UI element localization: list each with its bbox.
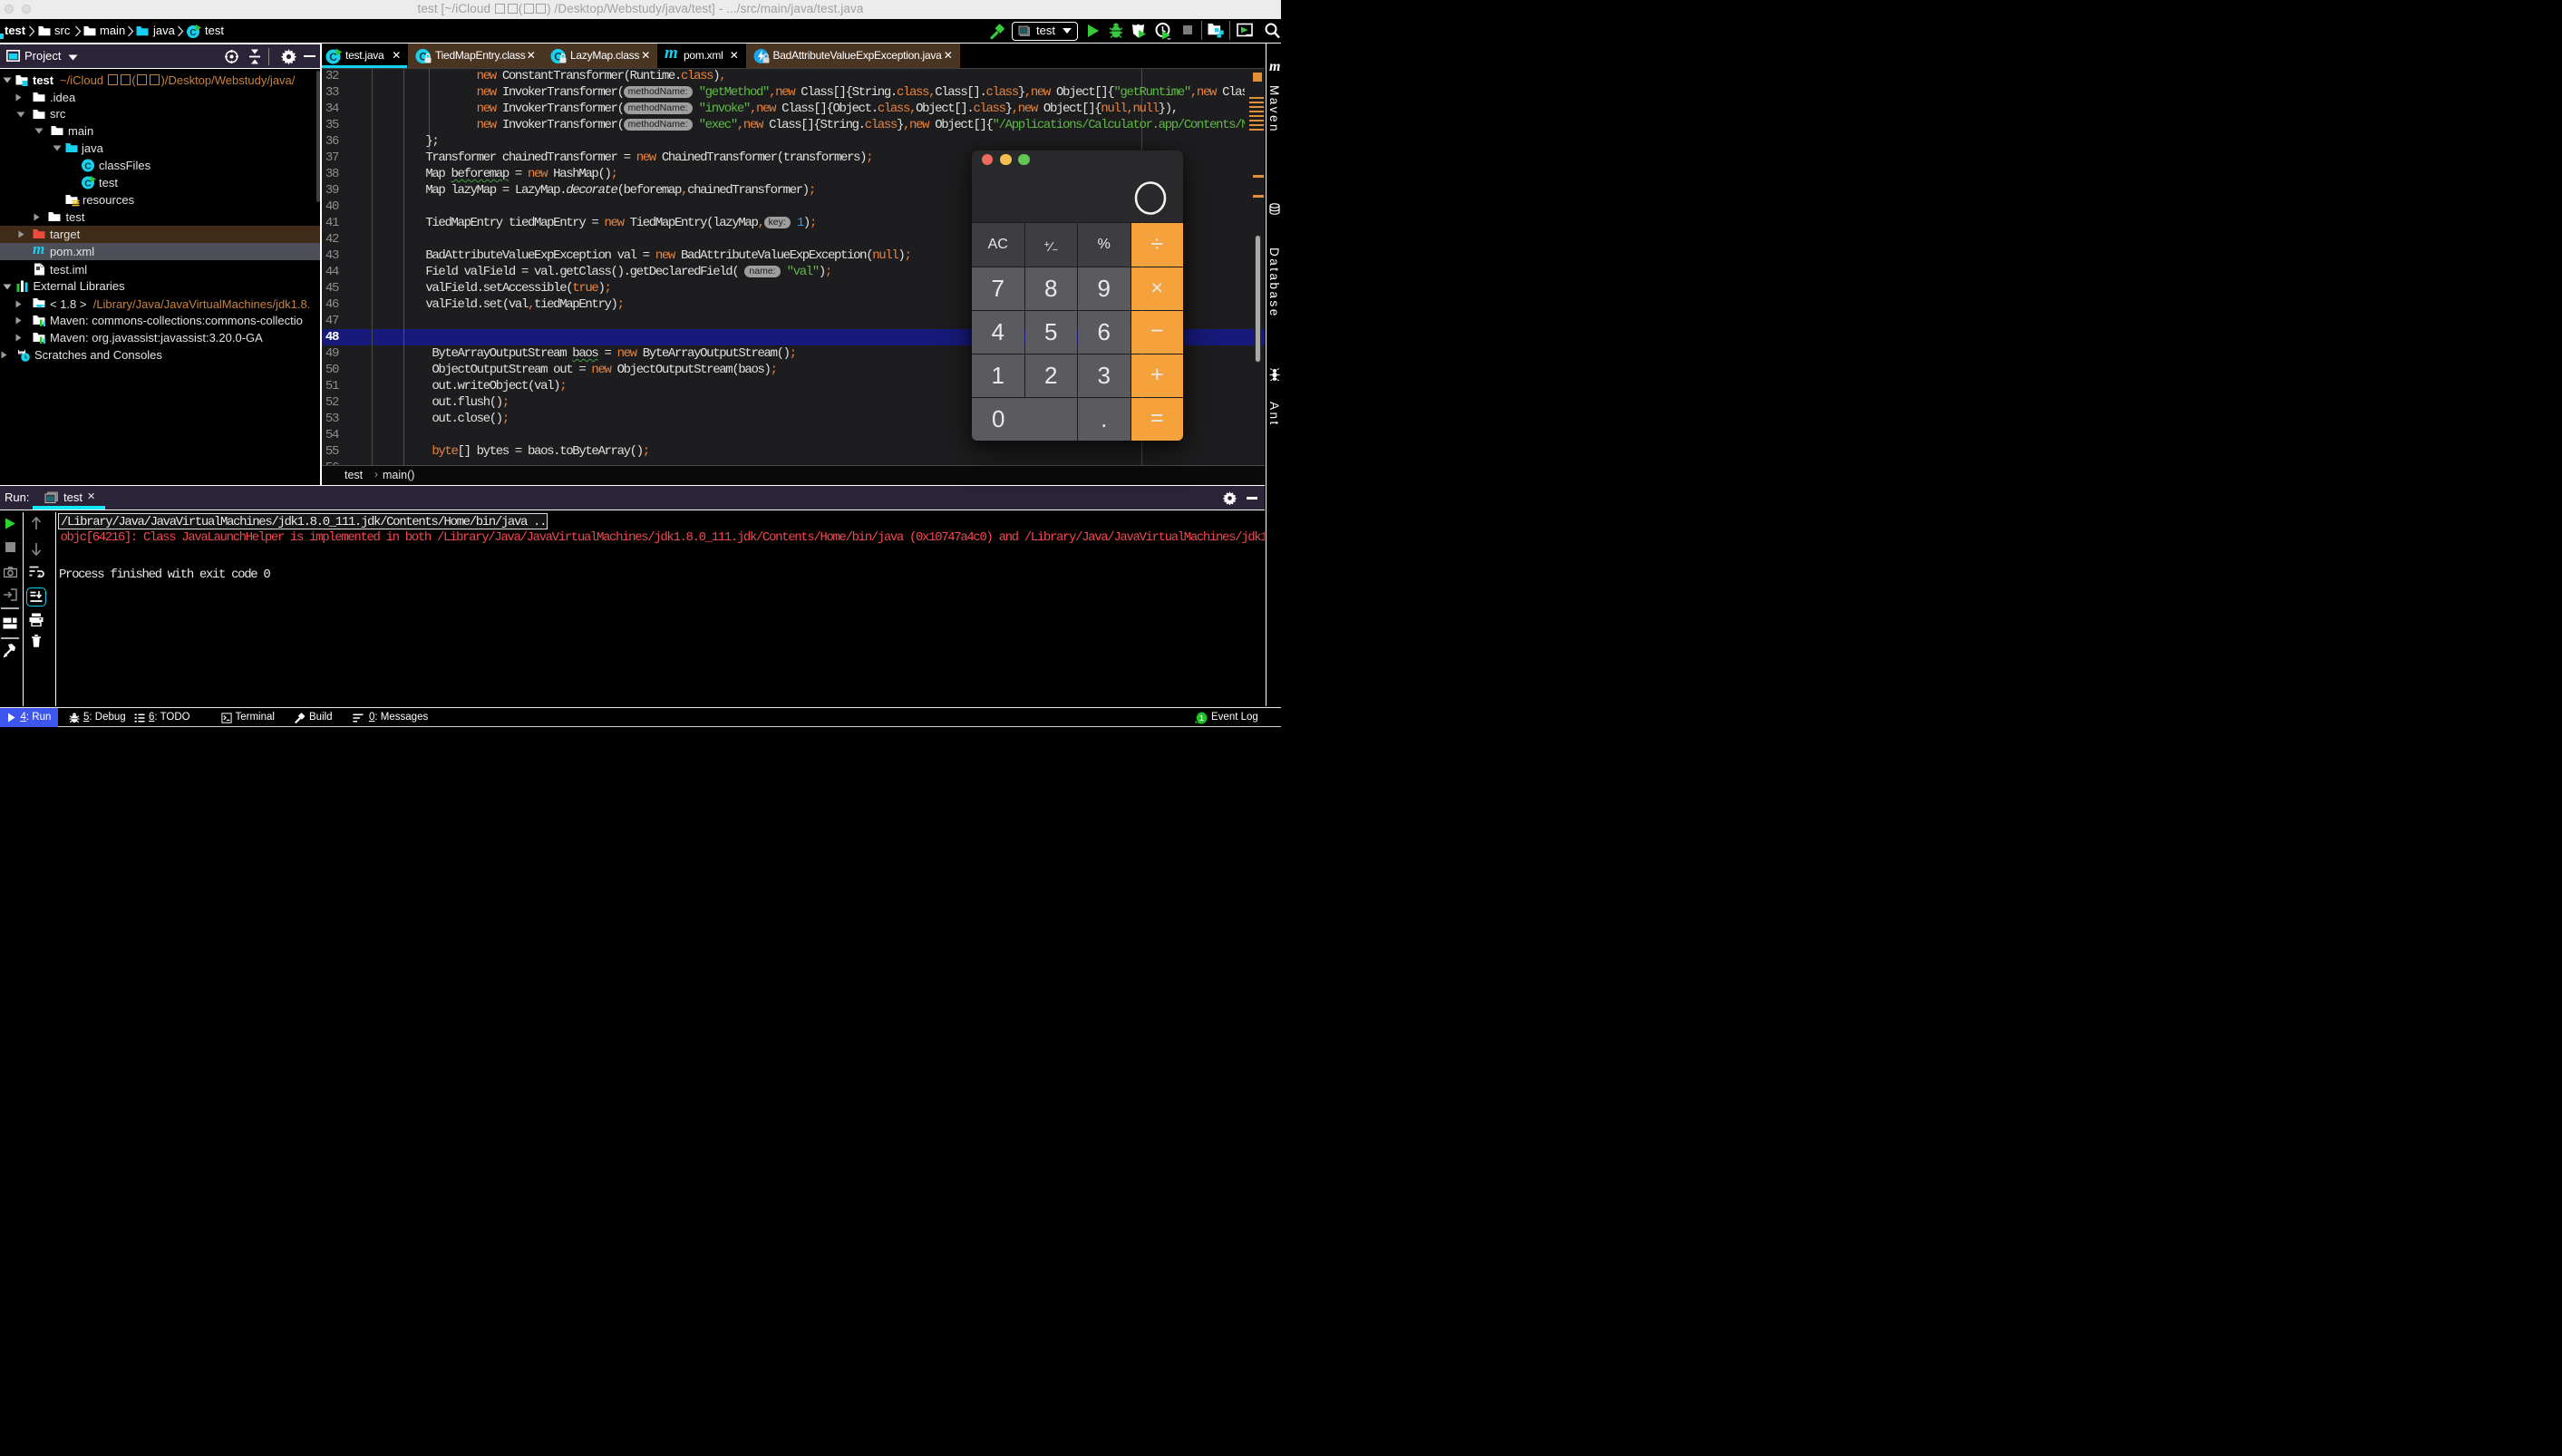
svg-text:C: C — [84, 161, 92, 172]
svg-text:1: 1 — [1199, 713, 1204, 723]
svg-text:C: C — [189, 28, 196, 38]
